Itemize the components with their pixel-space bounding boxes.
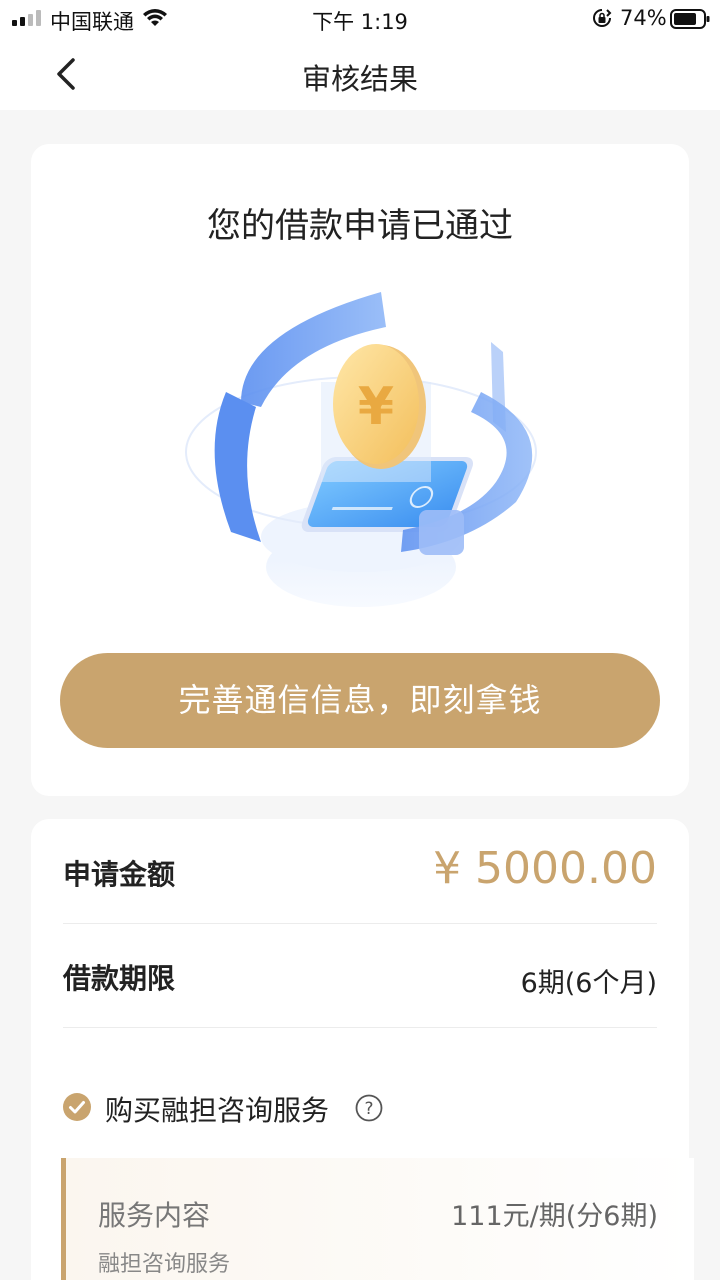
svg-text:?: ?	[364, 1099, 373, 1119]
amount-label: 申请金额	[63, 858, 176, 891]
check-circle-icon[interactable]	[63, 1093, 91, 1121]
approval-message: 您的借款申请已通过	[207, 206, 513, 246]
approval-illustration: ¥	[185, 292, 537, 607]
result-card: 您的借款申请已通过 ¥ 完善通信信息，即刻拿钱	[31, 144, 689, 796]
battery-percentage: 74%	[620, 6, 667, 30]
status-time: 下午 1:19	[312, 10, 408, 34]
amount-value: ¥ 5000.00	[433, 843, 657, 894]
complete-info-button[interactable]: 完善通信信息，即刻拿钱	[60, 653, 660, 748]
amount-row: 申请金额 ¥ 5000.00	[63, 819, 657, 924]
service-price: 111元/期(分6期)	[451, 1201, 658, 1232]
question-mark-icon[interactable]: ?	[355, 1094, 383, 1122]
nav-bar: 审核结果	[0, 38, 720, 110]
status-bar: 中国联通 下午 1:19 74%	[0, 0, 720, 38]
service-content-title: 服务内容	[98, 1199, 211, 1232]
term-label: 借款期限	[63, 962, 176, 995]
page: 中国联通 下午 1:19 74% 审核结果 您的借款申请已通过 ¥ 完善通信信息…	[0, 0, 720, 1280]
service-option-label[interactable]: 购买融担咨询服务	[105, 1089, 329, 1129]
loan-details-card: 申请金额 ¥ 5000.00 借款期限 6期(6个月) 购买融担咨询服务 ? 服…	[31, 819, 694, 1280]
service-content-subtitle: 融担咨询服务	[98, 1252, 231, 1277]
rotation-lock-icon	[593, 9, 612, 27]
battery-icon	[670, 9, 710, 29]
page-title: 审核结果	[301, 62, 418, 96]
svg-text:¥: ¥	[358, 377, 394, 437]
service-content-box: 服务内容 111元/期(分6期) 融担咨询服务	[61, 1158, 694, 1280]
term-row: 借款期限 6期(6个月)	[63, 923, 657, 1028]
term-value: 6期(6个月)	[520, 968, 657, 999]
